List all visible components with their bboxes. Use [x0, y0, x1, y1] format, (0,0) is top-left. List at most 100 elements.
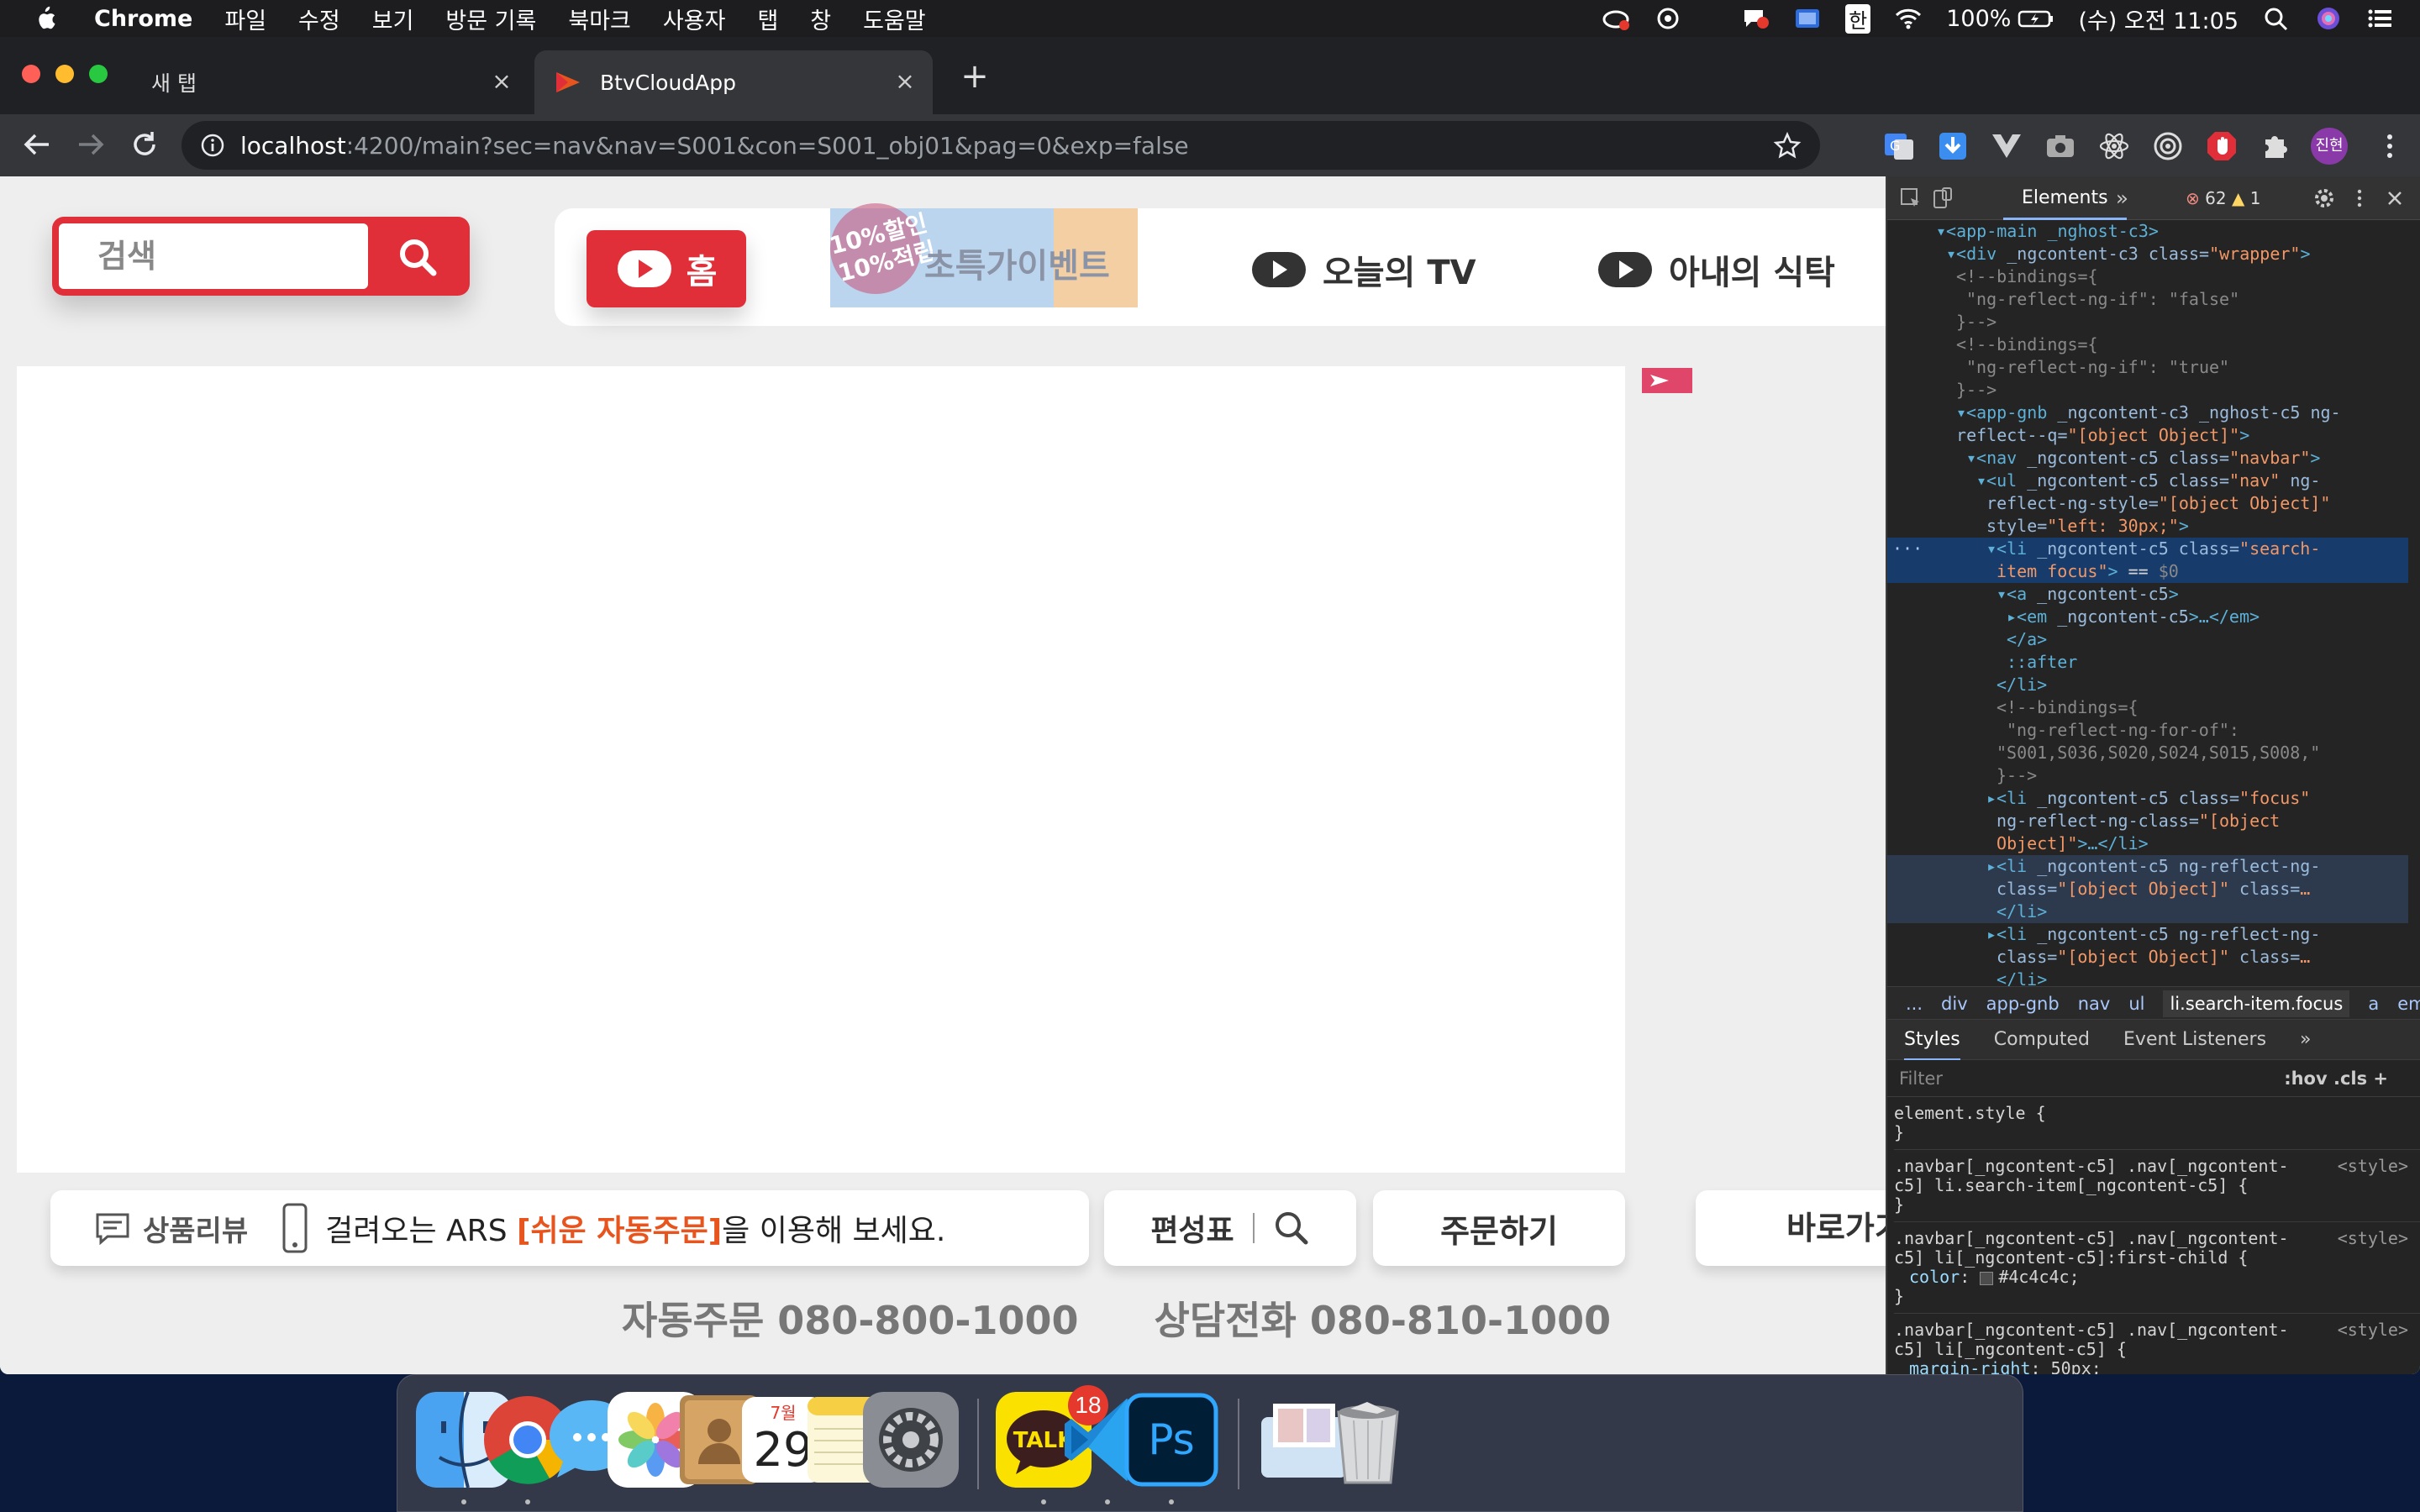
settings-flower-icon[interactable] — [1654, 6, 1682, 31]
menu-edit[interactable]: 수정 — [298, 3, 340, 35]
dom-tree-line[interactable]: ▾<ul _ngcontent-c5 class="nav" ng- — [1887, 470, 2408, 492]
dom-tree-line[interactable]: ▾<nav _ngcontent-c5 class="navbar"> — [1887, 447, 2408, 470]
dom-tree-line[interactable]: <!--bindings={ — [1887, 265, 2408, 288]
dom-tree-line[interactable]: ▸<li _ngcontent-c5 class="focus" — [1887, 787, 2408, 810]
menu-window[interactable]: 창 — [810, 3, 831, 35]
reload-icon[interactable] — [128, 128, 161, 161]
styles-tab[interactable]: Computed — [1994, 1029, 2090, 1050]
dom-tree[interactable]: ▾<app-main _nghost-c3> ▾<div _ngcontent-c… — [1887, 220, 2408, 986]
menu-tab[interactable]: 탭 — [757, 3, 778, 35]
dom-tree-line[interactable]: ▾<a _ngcontent-c5> — [1887, 583, 2408, 606]
chrome-menu-icon[interactable] — [2373, 129, 2407, 163]
menu-profiles[interactable]: 사용자 — [663, 3, 726, 35]
order-button[interactable]: 주문하기 — [1373, 1190, 1625, 1266]
shortcut-button[interactable]: 바로가기 — [1696, 1190, 1886, 1266]
dom-tree-line[interactable]: ::after — [1887, 651, 2408, 674]
site-info-icon[interactable] — [200, 133, 225, 158]
input-source-indicator[interactable]: 한 — [1845, 3, 1871, 34]
dom-tree-line[interactable]: <!--bindings={ — [1887, 333, 2408, 356]
new-tab-button[interactable]: + — [958, 60, 992, 94]
notification-center-icon[interactable] — [2366, 6, 2395, 31]
tab-close-icon[interactable]: × — [489, 69, 514, 94]
breadcrumb-item[interactable]: li.search-item.focus — [2163, 990, 2350, 1017]
screenshot-camera-icon[interactable] — [2044, 129, 2077, 163]
menu-app-name[interactable]: Chrome — [94, 6, 192, 32]
back-arrow-icon[interactable] — [20, 128, 54, 161]
dom-tree-line[interactable]: </a> — [1887, 628, 2408, 651]
css-rule[interactable]: .navbar[_ngcontent-c5] .nav[_ngcontent- … — [1894, 1150, 2420, 1222]
breadcrumb-item[interactable]: ul — [2128, 994, 2144, 1014]
spotlight-icon[interactable] — [2262, 6, 2291, 31]
window-close-button[interactable] — [22, 65, 40, 83]
dom-tree-line[interactable]: </li> — [1887, 900, 2408, 923]
devtools-menu-icon[interactable] — [2348, 186, 2371, 210]
bookmark-star-icon[interactable] — [1773, 131, 1802, 160]
search-box[interactable]: 검색 — [52, 217, 470, 296]
filter-input[interactable]: Filter — [1899, 1068, 1943, 1089]
dom-tree-line[interactable]: "ng-reflect-ng-if": "false" — [1887, 288, 2408, 311]
styles-filter[interactable]: Filter :hov .cls + — [1887, 1060, 2420, 1097]
dom-tree-line[interactable]: Object]">…</li> — [1887, 832, 2408, 855]
google-translate-icon[interactable]: G — [1882, 129, 1916, 163]
dom-tree-line[interactable]: "ng-reflect-ng-for-of": — [1887, 719, 2408, 742]
download-extension-icon[interactable] — [1936, 129, 1970, 163]
tab-new-tab[interactable]: 새 탭 × — [126, 50, 529, 114]
filter-buttons[interactable]: :hov .cls + — [2284, 1060, 2388, 1097]
dom-tree-line[interactable]: }--> — [1887, 764, 2408, 787]
window-zoom-button[interactable] — [89, 65, 108, 83]
review-label[interactable]: 상품리뷰 — [143, 1208, 248, 1249]
creative-cloud-icon[interactable] — [1602, 6, 1630, 31]
address-bar[interactable]: localhost:4200/main?sec=nav&nav=S001&con… — [182, 121, 1820, 170]
tab-close-icon[interactable]: × — [892, 69, 918, 94]
wifi-icon[interactable] — [1894, 6, 1923, 31]
event-tab[interactable]: 10%할인 10%적립 초특가이벤트 — [827, 203, 1138, 307]
display-icon[interactable] — [1793, 6, 1822, 31]
styles-tab[interactable]: Styles — [1904, 1029, 1960, 1061]
css-rule[interactable]: .navbar[_ngcontent-c5] .nav[_ngcontent- … — [1894, 1314, 2420, 1375]
dom-tree-line[interactable]: ▸<li _ngcontent-c5 ng-reflect-ng- — [1887, 923, 2408, 946]
breadcrumb-item[interactable]: nav — [2078, 994, 2111, 1014]
photoshop-icon[interactable]: Ps — [1123, 1392, 1219, 1488]
dom-tree-line[interactable]: ▾<div _ngcontent-c3 class="wrapper"> — [1887, 243, 2408, 265]
dom-tree-line[interactable]: reflect-ng-style="[object Object]" — [1887, 492, 2408, 515]
vue-devtools-icon[interactable] — [1990, 129, 2023, 163]
dom-tree-line[interactable]: "ng-reflect-ng-if": "true" — [1887, 356, 2408, 379]
issue-counter[interactable]: ⊗ 62 ▲ 1 — [2186, 188, 2260, 208]
breadcrumb-item[interactable]: div — [1941, 994, 1968, 1014]
window-minimize-button[interactable] — [55, 65, 74, 83]
dom-tree-line[interactable]: ▸<em _ngcontent-c5>…</em> — [1887, 606, 2408, 628]
dom-tree-line[interactable]: </li> — [1887, 969, 2408, 986]
profile-avatar[interactable]: 진현 — [2311, 128, 2348, 165]
chat-notify-icon[interactable] — [1741, 6, 1770, 31]
search-icon[interactable] — [396, 235, 439, 279]
dom-tree-line[interactable]: }--> — [1887, 379, 2408, 402]
dom-tree-line[interactable]: <!--bindings={ — [1887, 696, 2408, 719]
dom-tree-line[interactable]: ▾<li _ngcontent-c5 class="search- ··· — [1887, 538, 2408, 560]
styles-tab[interactable]: Event Listeners — [2123, 1029, 2266, 1050]
target-extension-icon[interactable] — [2151, 129, 2185, 163]
dom-tree-line[interactable]: style="left: 30px;"> — [1887, 515, 2408, 538]
dom-tree-line[interactable]: ▾<app-gnb _ngcontent-c3 _nghost-c5 ng- — [1887, 402, 2408, 424]
home-button[interactable]: 홈 — [587, 230, 746, 307]
menu-view[interactable]: 보기 — [372, 3, 414, 35]
menu-clock[interactable]: (수) 오전 11:05 — [2078, 3, 2238, 35]
dom-tree-line[interactable]: ▸<li _ngcontent-c5 ng-reflect-ng- — [1887, 855, 2408, 878]
dom-tree-line[interactable]: ng-reflect-ng-class="[object — [1887, 810, 2408, 832]
search-input[interactable]: 검색 — [59, 223, 368, 289]
more-tabs-icon[interactable]: » — [2116, 186, 2128, 210]
device-toolbar-icon[interactable] — [1931, 186, 1954, 210]
battery-icon[interactable] — [2018, 6, 2054, 31]
react-devtools-icon[interactable] — [2097, 129, 2131, 163]
dom-tree-line[interactable]: "S001,S036,S020,S024,S015,S008," — [1887, 742, 2408, 764]
tab-elements[interactable]: Elements — [2003, 176, 2127, 220]
menu-history[interactable]: 방문 기록 — [445, 3, 536, 35]
inspect-element-icon[interactable] — [1899, 186, 1923, 210]
devtools-close-icon[interactable] — [2383, 186, 2407, 210]
devtools-settings-gear-icon[interactable] — [2312, 186, 2336, 210]
adblock-icon[interactable] — [2205, 129, 2238, 163]
schedule-button[interactable]: 편성표 — [1104, 1190, 1356, 1266]
dom-tree-line[interactable]: ▾<app-main _nghost-c3> — [1887, 220, 2408, 243]
siri-icon[interactable] — [2314, 6, 2343, 31]
dom-tree-line[interactable]: }--> — [1887, 311, 2408, 333]
apple-menu-icon[interactable] — [32, 5, 57, 32]
